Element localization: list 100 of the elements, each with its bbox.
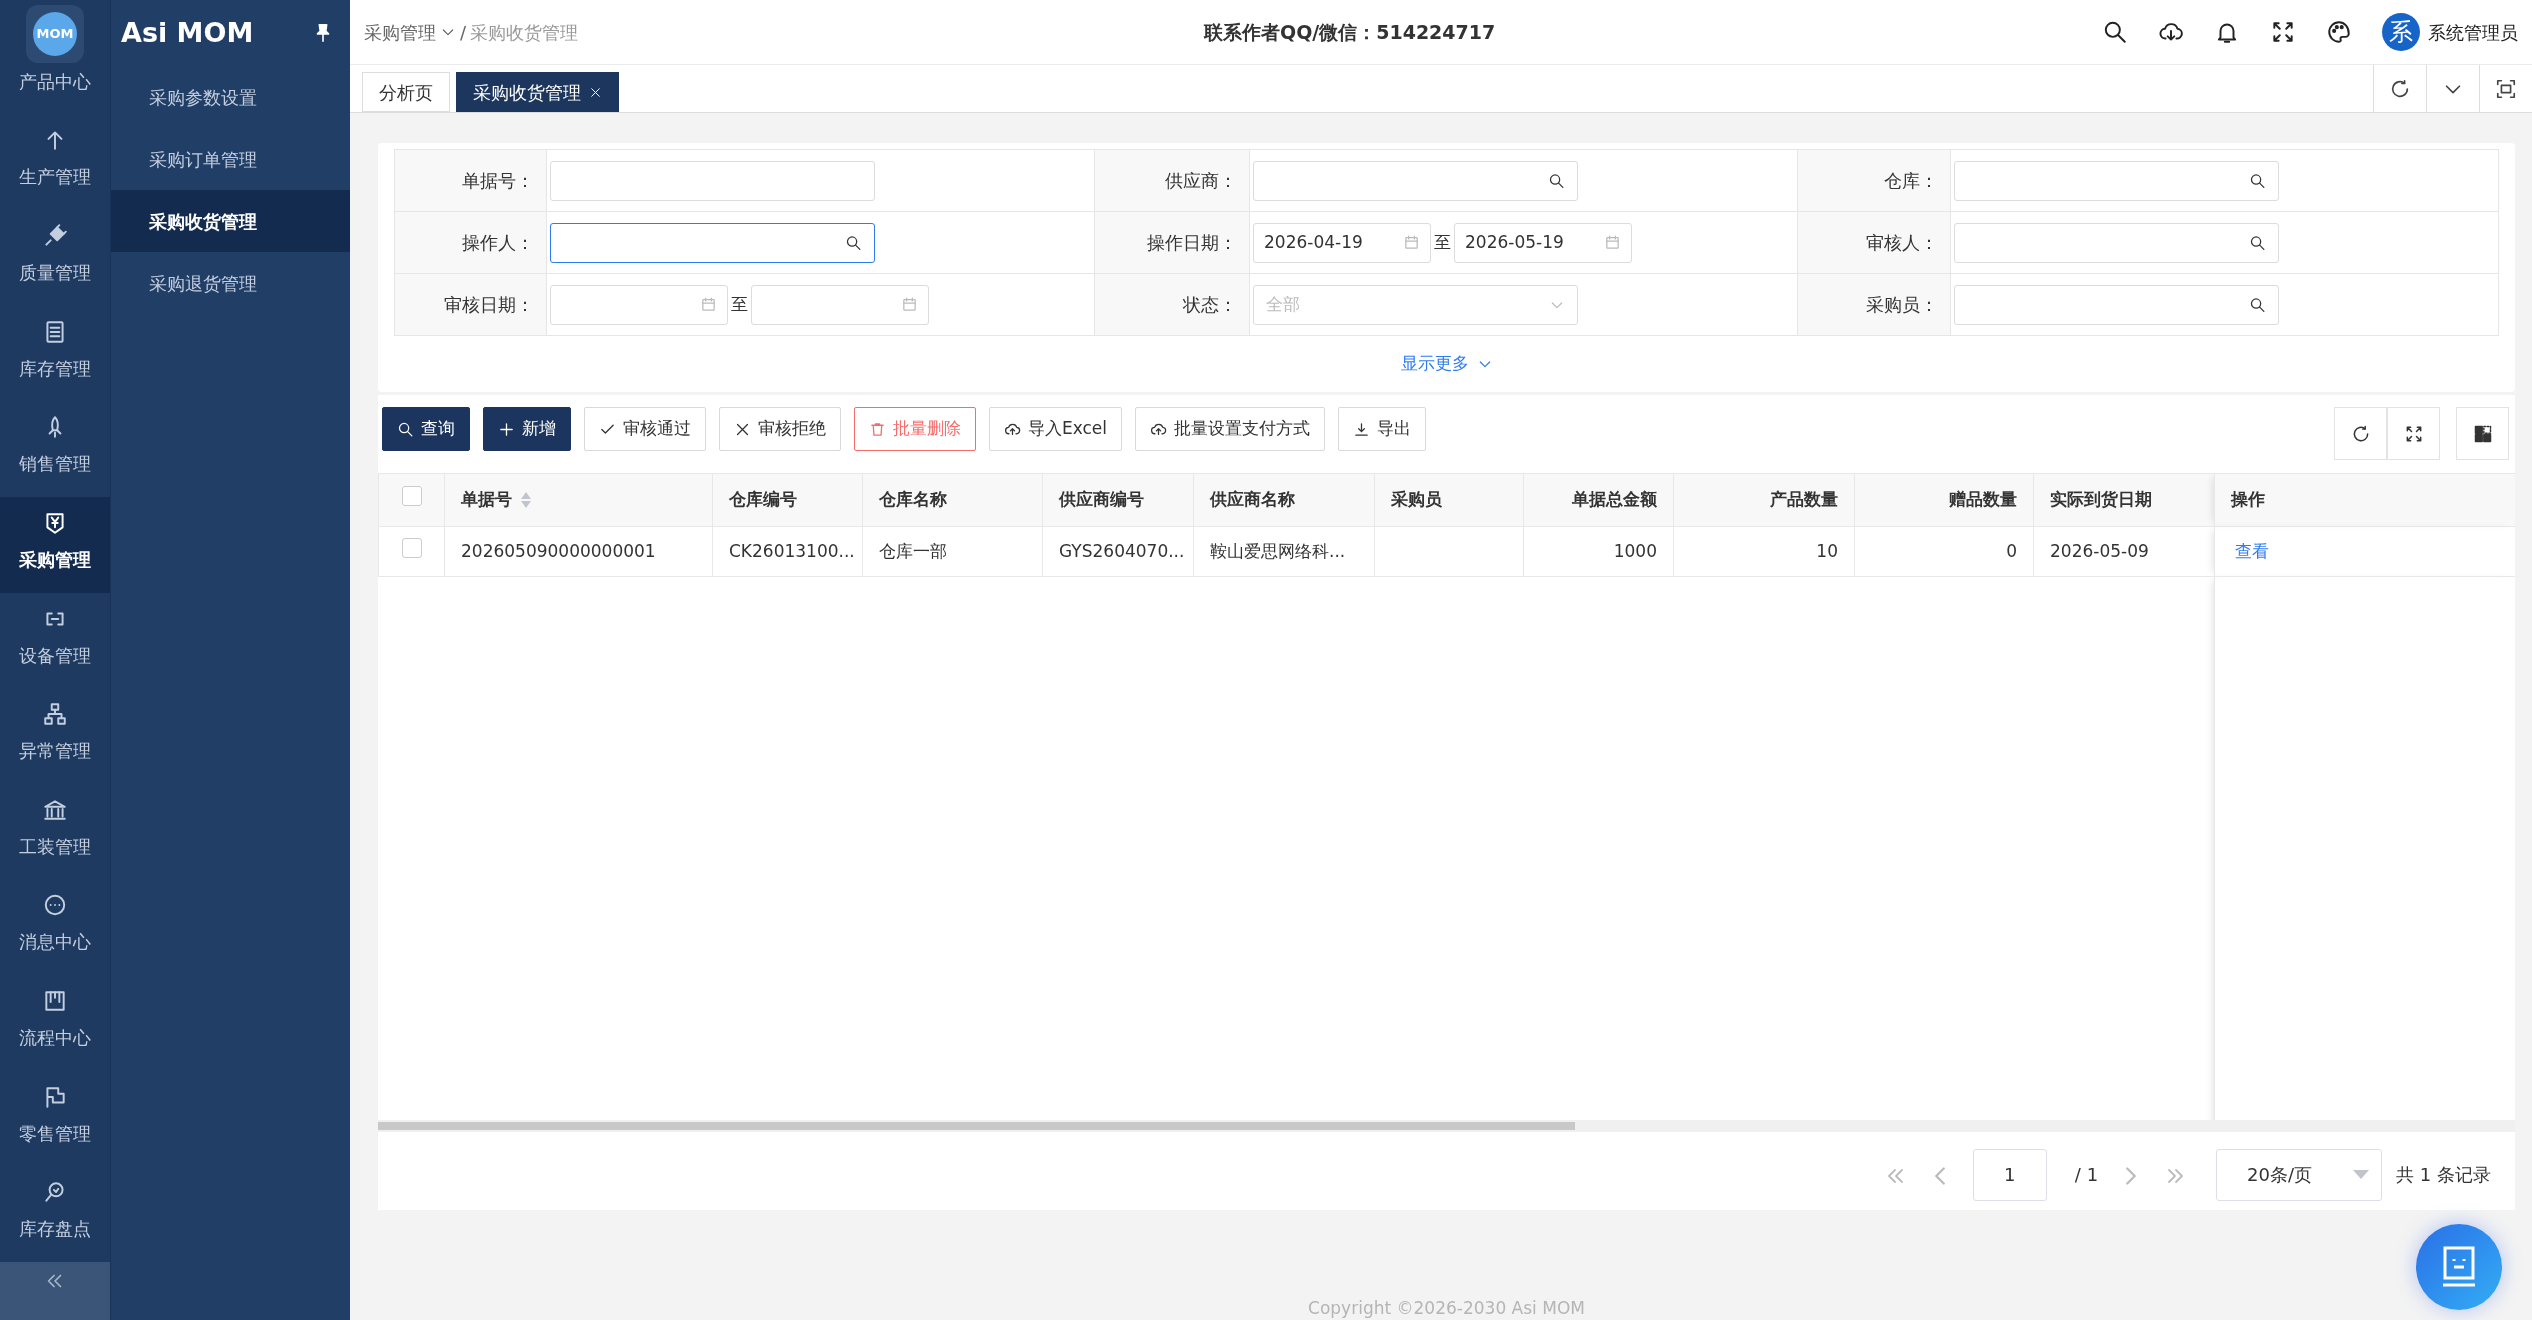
calendar-icon: [700, 296, 717, 314]
contact-text: 联系作者QQ/微信：514224717: [1204, 19, 1496, 45]
sidebar-item[interactable]: 零售管理: [0, 1071, 110, 1167]
field-label: 状态：: [1183, 293, 1237, 317]
sidebar-item[interactable]: 库存盘点: [0, 1166, 110, 1263]
refresh-button[interactable]: [2334, 407, 2387, 460]
assistant-button[interactable]: [2416, 1223, 2502, 1310]
table-cell: 1000: [1613, 540, 1657, 561]
toolbar-button[interactable]: 审核拒绝: [719, 407, 841, 451]
refresh-icon: [2389, 78, 2411, 100]
field-label: 操作日期：: [1147, 231, 1237, 255]
search-icon: [2249, 171, 2266, 190]
view-link[interactable]: 查看: [2235, 540, 2269, 561]
show-more-link[interactable]: 显示更多: [1400, 351, 1493, 377]
input-field[interactable]: [550, 160, 875, 201]
table-cell: 2026-05-09: [2050, 540, 2149, 561]
board-icon: [42, 988, 68, 1014]
field-label: 审核人：: [1866, 231, 1938, 255]
toolbar-button[interactable]: 导出: [1338, 407, 1427, 451]
caret-icon: [2353, 1169, 2370, 1180]
toolbar-button[interactable]: 查询: [382, 407, 470, 451]
toolbar-button[interactable]: 审核通过: [584, 407, 706, 451]
column-header: 供应商名称: [1210, 488, 1295, 512]
column-header: 供应商编号: [1059, 488, 1144, 512]
submenu-item[interactable]: 采购订单管理: [111, 128, 350, 190]
table-cell: CK26013100...: [729, 540, 855, 561]
tab[interactable]: 采购收货管理: [456, 72, 619, 112]
app-title: Asi MOM: [121, 15, 254, 50]
search-icon: [397, 420, 414, 438]
table-cell: 鞍山爱思网络科...: [1210, 540, 1346, 561]
column-header: 操作: [2231, 488, 2265, 512]
page-input[interactable]: 1: [1972, 1148, 2047, 1201]
field-label: 审核日期：: [444, 293, 534, 317]
chevron-right-icon[interactable]: [2126, 1167, 2137, 1186]
layout-button[interactable]: [2456, 407, 2509, 460]
horizontal-scrollbar[interactable]: [378, 1119, 2515, 1132]
sidebar-item[interactable]: 消息中心: [0, 879, 110, 976]
column-header: 产品数量: [1770, 488, 1838, 512]
toolbar-button[interactable]: 导入Excel: [989, 407, 1123, 451]
page-size-select[interactable]: 20条/页: [2216, 1148, 2383, 1201]
download-icon: [1353, 420, 1371, 438]
copyright-text: Copyright ©2026-2030 Asi MOM: [1308, 1298, 1585, 1318]
toolbar-button[interactable]: 新增: [483, 407, 571, 451]
sidebar-item[interactable]: 设备管理: [0, 592, 110, 689]
column-header: 采购员: [1391, 488, 1442, 512]
close-icon: [589, 85, 602, 99]
sidebar-item[interactable]: 工装管理: [0, 784, 110, 880]
date-field[interactable]: [751, 284, 929, 325]
breadcrumb-current: 采购收货管理: [470, 20, 579, 45]
sidebar-item[interactable]: 产品中心: [0, 67, 110, 115]
table-cell: GYS2604070...: [1059, 540, 1185, 561]
sidebar-item[interactable]: 库存管理: [0, 306, 110, 402]
search-icon: [2249, 295, 2266, 314]
table-cell: 202605090000000001: [461, 540, 656, 561]
toolbar-button[interactable]: 批量设置支付方式: [1135, 407, 1326, 451]
field-label: 操作人：: [462, 231, 534, 255]
trash-icon: [869, 420, 886, 438]
range-separator: 至: [1433, 230, 1452, 254]
page-total: / 1: [2074, 1163, 2099, 1188]
maximize-icon: [2495, 78, 2517, 100]
fullscreen-button[interactable]: [2387, 407, 2440, 460]
sidebar-item[interactable]: 异常管理: [0, 688, 110, 785]
column-header: 实际到货日期: [2050, 488, 2152, 512]
submenu-item[interactable]: 采购收货管理: [111, 190, 350, 252]
tab[interactable]: 分析页: [362, 72, 450, 112]
table-cell: 0: [2006, 540, 2017, 561]
sidebar-item[interactable]: 采购管理: [0, 497, 110, 593]
search-field[interactable]: [550, 222, 875, 263]
search-icon: [1548, 171, 1565, 190]
submenu-item[interactable]: 采购退货管理: [111, 252, 350, 314]
search-icon: [2102, 19, 2128, 45]
avatar[interactable]: 系: [2382, 13, 2420, 51]
column-header: 仓库编号: [729, 488, 797, 512]
field-label: 采购员：: [1866, 293, 1938, 317]
date-field[interactable]: 2026-04-19: [1253, 222, 1431, 263]
table-cell: 仓库一部: [879, 540, 947, 561]
date-field[interactable]: 2026-05-19: [1454, 222, 1632, 263]
search-icon: [845, 233, 862, 252]
sidebar-item[interactable]: 生产管理: [0, 114, 110, 211]
submenu-item[interactable]: 采购参数设置: [111, 66, 350, 128]
sidebar-item[interactable]: 质量管理: [0, 210, 110, 306]
logo: MOM: [26, 4, 84, 63]
user-name[interactable]: 系统管理员: [2428, 18, 2518, 46]
chevron-left-icon[interactable]: [1934, 1167, 1945, 1186]
table-cell: 10: [1816, 540, 1838, 561]
range-separator: 至: [730, 292, 749, 316]
fullscreen-icon: [2270, 19, 2296, 45]
column-header: 单据总金额: [1572, 488, 1657, 512]
checkbox[interactable]: [401, 537, 422, 558]
record-count: 共 1 条记录: [2396, 1163, 2491, 1188]
field-label: 单据号：: [462, 169, 534, 193]
breadcrumb-separator: /: [460, 20, 467, 45]
breadcrumb-link[interactable]: 采购管理: [364, 18, 436, 46]
sidebar-item[interactable]: 销售管理: [0, 401, 110, 498]
sidebar-item[interactable]: 流程中心: [0, 975, 110, 1071]
checkbox[interactable]: [401, 486, 422, 507]
palette-icon: [2326, 19, 2352, 45]
column-header[interactable]: 单据号: [461, 487, 512, 513]
date-field[interactable]: [550, 284, 728, 325]
search-icon: [2249, 233, 2266, 252]
